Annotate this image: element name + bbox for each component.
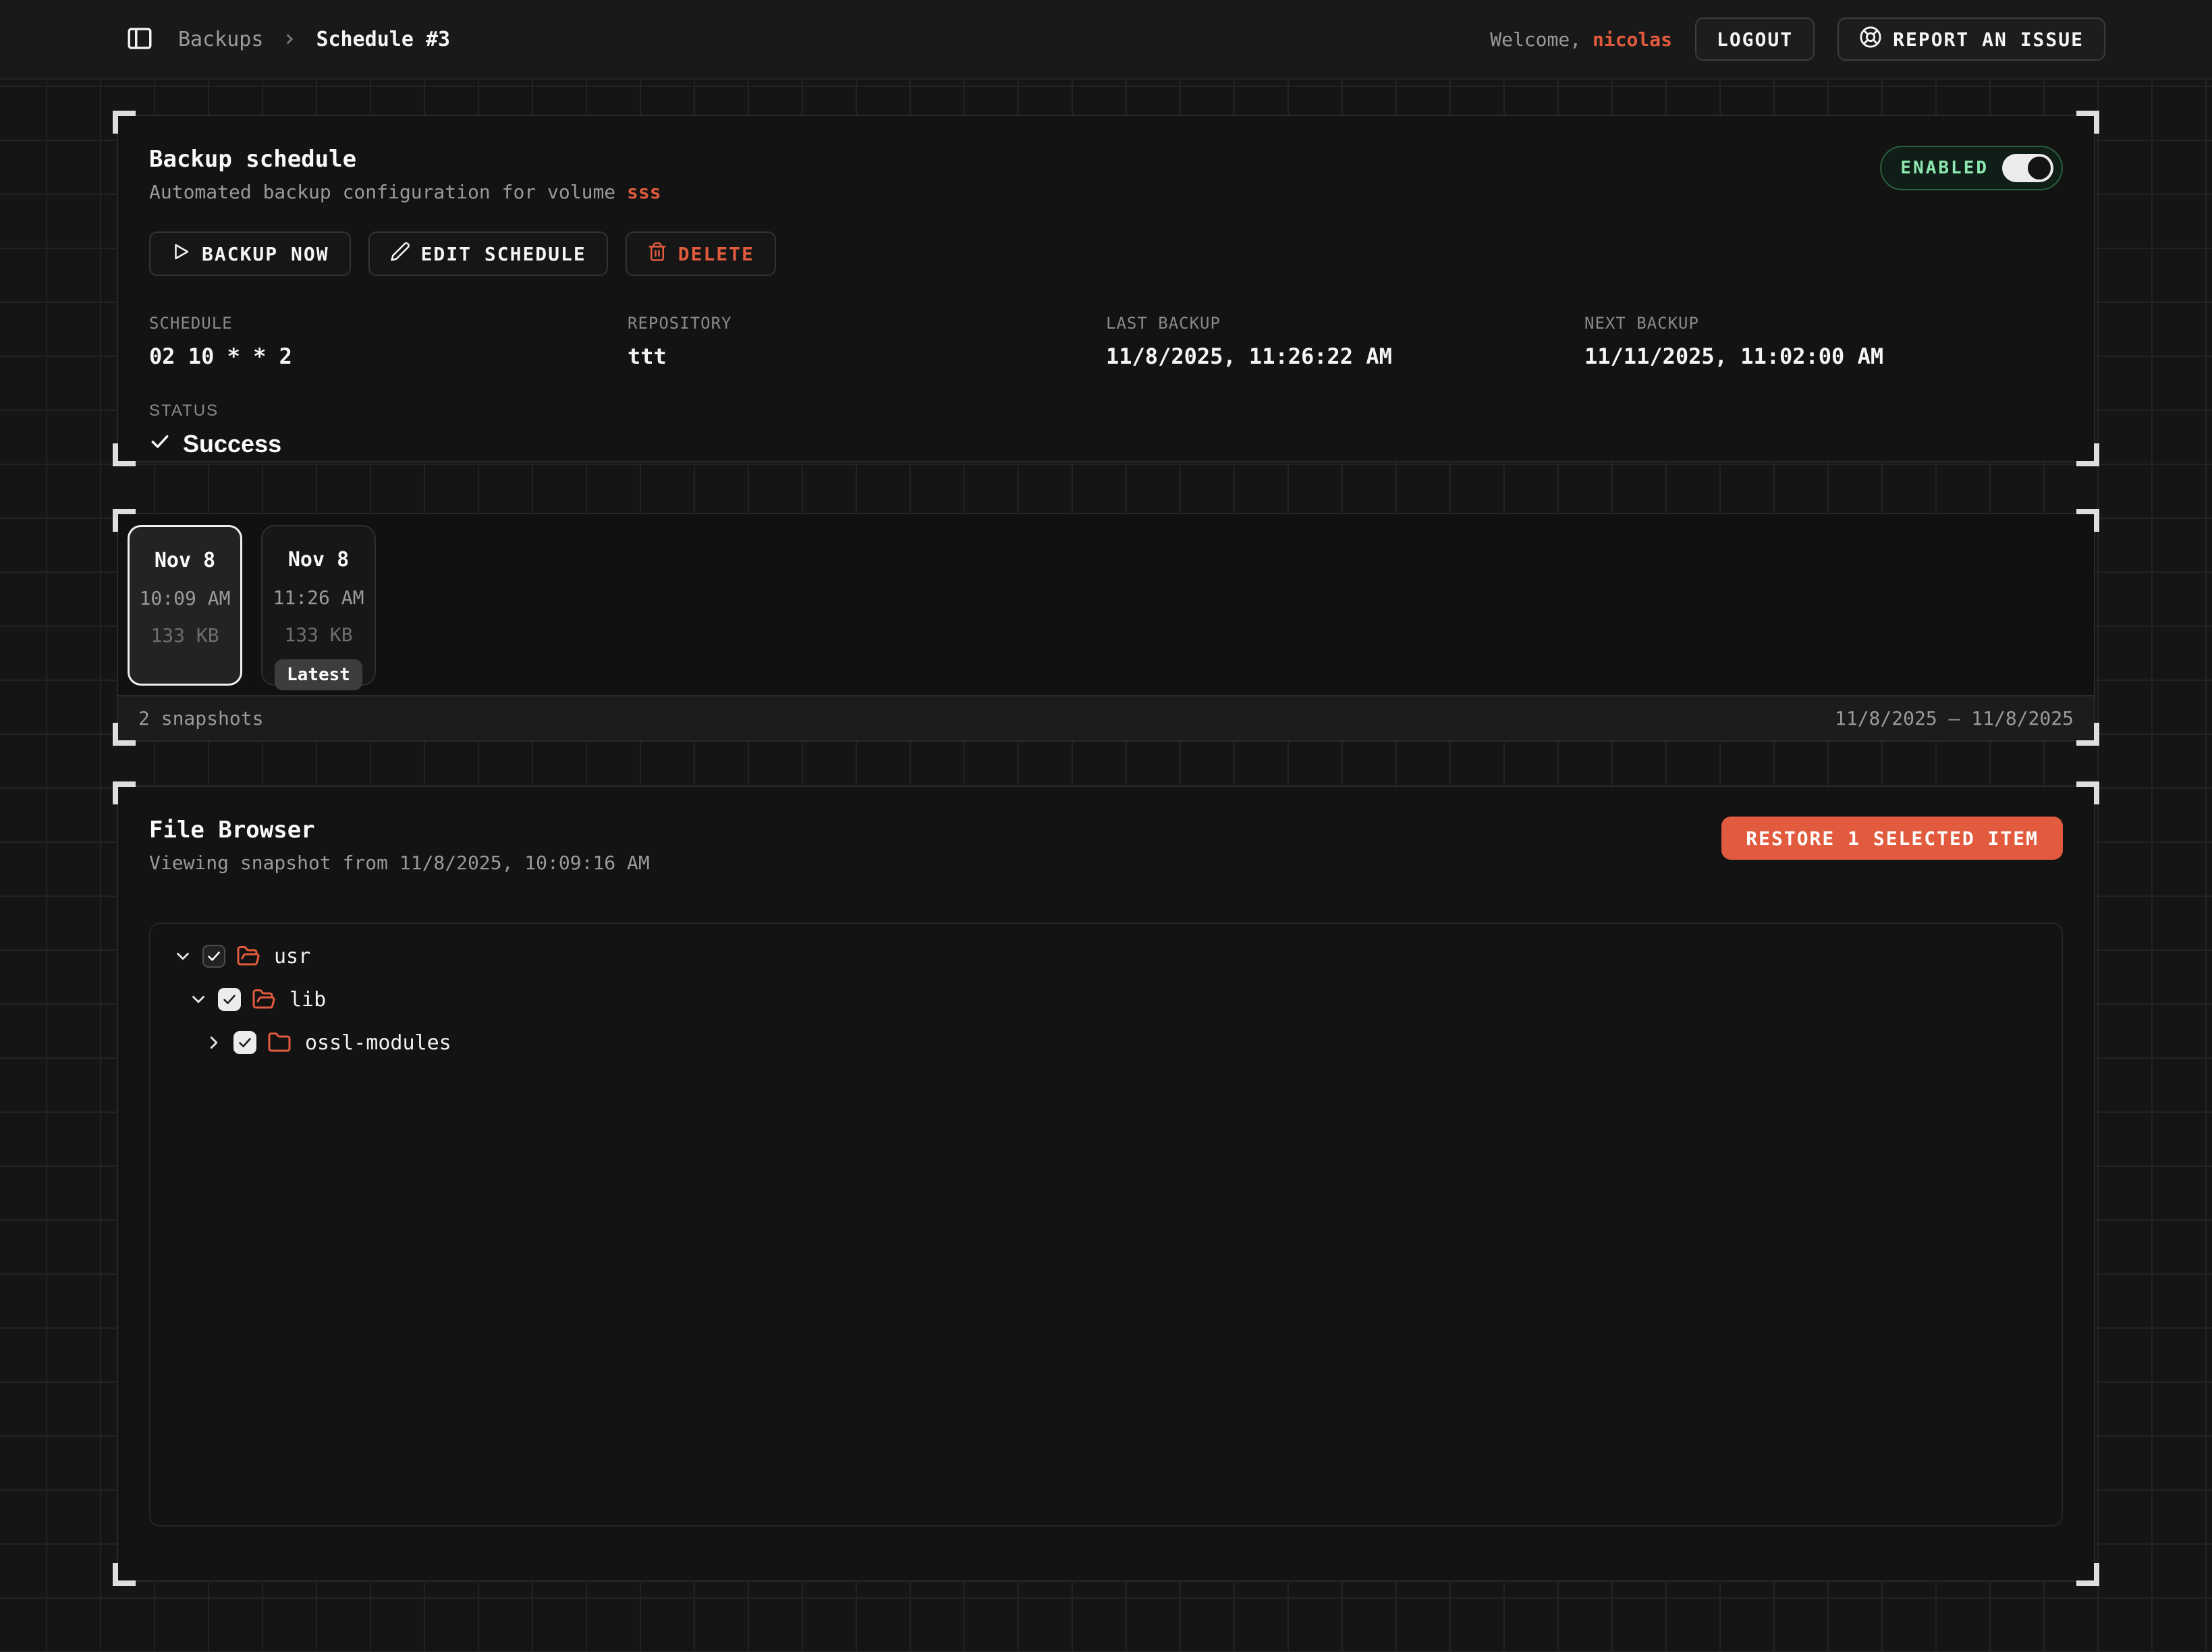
tree-label-ossl-modules: ossl-modules — [305, 1031, 451, 1055]
backup-schedule-card: Backup schedule Automated backup configu… — [117, 115, 2095, 462]
toggle-switch[interactable] — [2002, 154, 2053, 182]
chevron-down-icon[interactable] — [173, 946, 193, 966]
chevron-right-icon — [281, 30, 298, 48]
breadcrumb: Backups Schedule #3 — [178, 28, 450, 51]
snapshot-card-latest[interactable]: Nov 8 11:26 AM 133 KB Latest — [261, 525, 376, 686]
snapshots-footer: 2 snapshots 11/8/2025 – 11/8/2025 — [118, 695, 2094, 740]
snapshot-time: 10:09 AM — [140, 587, 231, 609]
snapshot-date: Nov 8 — [155, 549, 215, 572]
delete-button[interactable]: DELETE — [626, 231, 776, 276]
volume-name: sss — [627, 181, 661, 203]
latest-badge: Latest — [275, 659, 362, 690]
snapshot-card-selected[interactable]: Nov 8 10:09 AM 133 KB — [128, 525, 242, 686]
backup-now-label: BACKUP NOW — [202, 243, 329, 265]
folder-open-icon — [236, 944, 260, 968]
status-label: STATUS — [149, 402, 2063, 420]
snapshot-size: 133 KB — [284, 624, 352, 646]
field-next-backup-label: NEXT BACKUP — [1584, 314, 2063, 333]
breadcrumb-current-page: Schedule #3 — [316, 28, 450, 51]
field-last-backup-value: 11/8/2025, 11:26:22 AM — [1106, 343, 1584, 369]
backup-now-button[interactable]: BACKUP NOW — [149, 231, 351, 276]
corner-bracket — [2076, 1563, 2099, 1586]
trash-icon — [647, 242, 667, 267]
field-repository-label: REPOSITORY — [628, 314, 1106, 333]
report-issue-label: REPORT AN ISSUE — [1893, 28, 2084, 51]
welcome-text: Welcome, nicolas — [1490, 28, 1672, 51]
lifebuoy-icon — [1859, 26, 1882, 53]
tree-label-usr: usr — [274, 945, 310, 968]
breadcrumb-backups-link[interactable]: Backups — [178, 28, 263, 51]
schedule-card-subtitle: Automated backup configuration for volum… — [149, 181, 661, 203]
checkbox-ossl-modules[interactable] — [233, 1031, 256, 1054]
schedule-fields: SCHEDULE 02 10 * * 2 REPOSITORY ttt LAST… — [149, 314, 2063, 369]
topbar: Backups Schedule #3 Welcome, nicolas LOG… — [0, 0, 2212, 80]
sidebar-panel-icon — [126, 24, 154, 55]
snapshot-list: Nov 8 10:09 AM 133 KB Nov 8 11:26 AM 133… — [118, 514, 2094, 695]
corner-bracket — [2076, 509, 2099, 532]
snapshot-time: 11:26 AM — [273, 586, 364, 609]
field-next-backup-value: 11/11/2025, 11:02:00 AM — [1584, 343, 2063, 369]
sidebar-toggle-button[interactable] — [126, 24, 154, 55]
snapshots-section: Nov 8 10:09 AM 133 KB Nov 8 11:26 AM 133… — [117, 513, 2095, 742]
logout-label: LOGOUT — [1717, 28, 1793, 51]
file-browser-card: File Browser Viewing snapshot from 11/8/… — [117, 786, 2095, 1582]
username: nicolas — [1593, 28, 1672, 51]
status-block: STATUS Success — [149, 402, 2063, 458]
corner-bracket — [113, 723, 136, 746]
checkbox-lib[interactable] — [218, 988, 241, 1011]
corner-bracket — [113, 1563, 136, 1586]
corner-bracket — [2076, 723, 2099, 746]
field-schedule: SCHEDULE 02 10 * * 2 — [149, 314, 628, 369]
snapshot-count: 2 snapshots — [138, 707, 263, 729]
field-next-backup: NEXT BACKUP 11/11/2025, 11:02:00 AM — [1584, 314, 2063, 369]
enabled-label: ENABLED — [1900, 158, 1989, 178]
folder-open-icon — [252, 987, 276, 1012]
schedule-card-title: Backup schedule — [149, 146, 661, 173]
corner-bracket — [113, 111, 136, 134]
field-schedule-value: 02 10 * * 2 — [149, 343, 628, 369]
corner-bracket — [2076, 111, 2099, 134]
toggle-knob — [2028, 157, 2051, 180]
pencil-icon — [390, 242, 410, 267]
tree-row-usr[interactable]: usr — [150, 935, 2062, 978]
play-icon — [171, 242, 191, 267]
restore-selected-button[interactable]: RESTORE 1 SELECTED ITEM — [1721, 817, 2063, 860]
subtitle-prefix: Automated backup configuration for volum… — [149, 181, 627, 203]
folder-icon — [267, 1030, 292, 1055]
edit-schedule-button[interactable]: EDIT SCHEDULE — [368, 231, 608, 276]
file-browser-title: File Browser — [149, 817, 650, 844]
snapshot-date: Nov 8 — [288, 548, 349, 572]
field-last-backup-label: LAST BACKUP — [1106, 314, 1584, 333]
corner-bracket — [113, 781, 136, 804]
tree-row-lib[interactable]: lib — [150, 978, 2062, 1021]
tree-label-lib: lib — [289, 988, 326, 1012]
edit-schedule-label: EDIT SCHEDULE — [421, 243, 586, 265]
file-browser-subtitle: Viewing snapshot from 11/8/2025, 10:09:1… — [149, 852, 650, 874]
field-schedule-label: SCHEDULE — [149, 314, 628, 333]
check-icon — [149, 430, 171, 458]
chevron-down-icon[interactable] — [188, 989, 209, 1010]
status-text: Success — [183, 430, 281, 458]
snapshot-date-range: 11/8/2025 – 11/8/2025 — [1835, 707, 2074, 729]
corner-bracket — [2076, 443, 2099, 466]
status-value: Success — [149, 430, 2063, 458]
chevron-right-icon[interactable] — [204, 1032, 224, 1053]
snapshot-size: 133 KB — [150, 624, 219, 646]
checkbox-usr[interactable] — [202, 945, 225, 968]
corner-bracket — [113, 509, 136, 532]
welcome-prefix: Welcome, — [1490, 28, 1593, 51]
file-tree: usr lib ossl-modules — [149, 923, 2063, 1526]
logout-button[interactable]: LOGOUT — [1695, 18, 1815, 61]
corner-bracket — [2076, 781, 2099, 804]
enabled-toggle[interactable]: ENABLED — [1880, 146, 2063, 190]
field-repository: REPOSITORY ttt — [628, 314, 1106, 369]
report-issue-button[interactable]: REPORT AN ISSUE — [1837, 18, 2105, 61]
delete-label: DELETE — [678, 243, 754, 265]
field-repository-value: ttt — [628, 343, 1106, 369]
corner-bracket — [113, 443, 136, 466]
tree-row-ossl-modules[interactable]: ossl-modules — [150, 1021, 2062, 1064]
field-last-backup: LAST BACKUP 11/8/2025, 11:26:22 AM — [1106, 314, 1584, 369]
